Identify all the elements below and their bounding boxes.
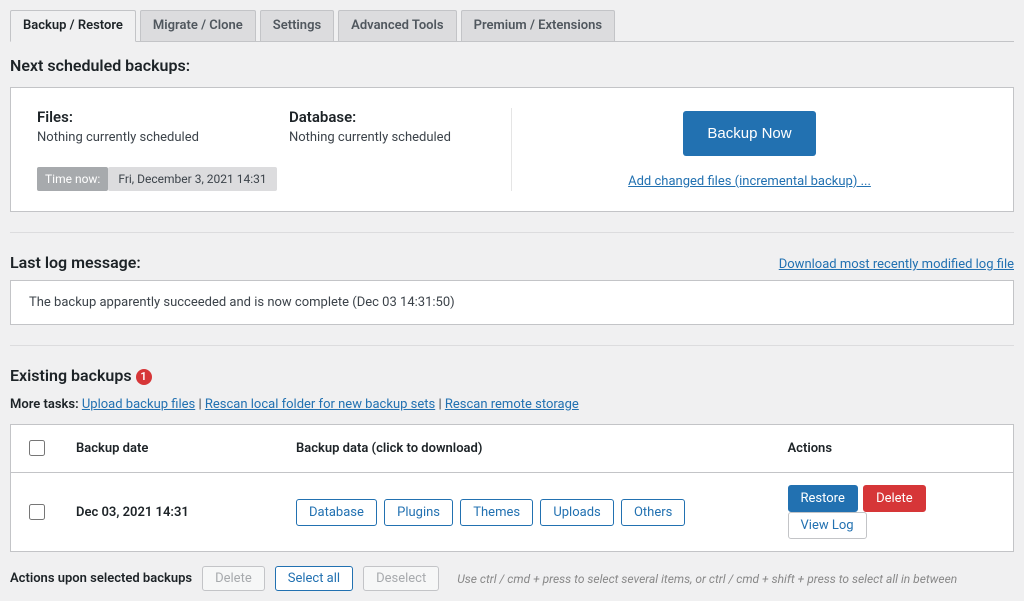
col-actions: Actions — [774, 425, 1014, 473]
existing-backups-heading: Existing backups 1 — [10, 366, 1014, 385]
upload-backup-files-link[interactable]: Upload backup files — [82, 397, 195, 412]
download-log-link[interactable]: Download most recently modified log file — [779, 257, 1014, 272]
view-log-button[interactable]: View Log — [788, 512, 867, 539]
existing-backups-title: Existing backups — [10, 366, 132, 385]
col-backup-data: Backup data (click to download) — [282, 425, 774, 473]
row-checkbox[interactable] — [29, 504, 45, 520]
delete-button[interactable]: Delete — [863, 485, 926, 512]
restore-button[interactable]: Restore — [788, 485, 858, 512]
tab-settings[interactable]: Settings — [260, 10, 334, 41]
tab-backup-restore[interactable]: Backup / Restore — [10, 10, 136, 42]
rescan-local-link[interactable]: Rescan local folder for new backup sets — [205, 397, 435, 412]
tab-bar: Backup / Restore Migrate / Clone Setting… — [10, 10, 1014, 42]
chip-others[interactable]: Others — [621, 499, 685, 526]
incremental-backup-link[interactable]: Add changed files (incremental backup) .… — [628, 174, 871, 189]
files-label: Files: — [37, 108, 199, 126]
bulk-hint: Use ctrl / cmd + press to select several… — [457, 572, 957, 586]
existing-backups-count-badge: 1 — [136, 369, 152, 385]
chip-database[interactable]: Database — [296, 499, 377, 526]
files-status: Nothing currently scheduled — [37, 130, 199, 145]
tab-premium-extensions[interactable]: Premium / Extensions — [461, 10, 615, 41]
backup-now-button[interactable]: Backup Now — [683, 111, 815, 156]
more-tasks-row: More tasks: Upload backup files | Rescan… — [10, 397, 1014, 412]
last-log-message: The backup apparently succeeded and is n… — [10, 280, 1014, 325]
bulk-deselect-button[interactable]: Deselect — [363, 566, 439, 591]
next-scheduled-panel: Files: Nothing currently scheduled Datab… — [10, 87, 1014, 212]
tab-migrate-clone[interactable]: Migrate / Clone — [140, 10, 256, 41]
divider — [10, 345, 1014, 346]
chip-themes[interactable]: Themes — [460, 499, 533, 526]
bulk-delete-button[interactable]: Delete — [202, 566, 265, 591]
tab-advanced-tools[interactable]: Advanced Tools — [338, 10, 456, 41]
backup-date-cell: Dec 03, 2021 14:31 — [62, 473, 282, 552]
bulk-actions-label: Actions upon selected backups — [10, 571, 192, 586]
time-now-label: Time now: — [37, 167, 108, 191]
bulk-actions-row: Actions upon selected backups Delete Sel… — [10, 566, 1014, 591]
more-tasks-label: More tasks: — [10, 397, 79, 412]
col-backup-date: Backup date — [62, 425, 282, 473]
table-row: Dec 03, 2021 14:31 Database Plugins Them… — [11, 473, 1014, 552]
divider — [10, 232, 1014, 233]
bulk-select-all-button[interactable]: Select all — [275, 566, 353, 591]
next-scheduled-heading: Next scheduled backups: — [10, 56, 1014, 75]
chip-uploads[interactable]: Uploads — [540, 499, 613, 526]
rescan-remote-link[interactable]: Rescan remote storage — [445, 397, 579, 412]
database-status: Nothing currently scheduled — [289, 130, 451, 145]
existing-backups-table: Backup date Backup data (click to downlo… — [10, 424, 1014, 552]
select-all-checkbox[interactable] — [29, 440, 45, 456]
database-label: Database: — [289, 108, 451, 126]
chip-plugins[interactable]: Plugins — [384, 499, 453, 526]
last-log-heading: Last log message: — [10, 253, 141, 272]
time-now-value: Fri, December 3, 2021 14:31 — [108, 167, 276, 191]
